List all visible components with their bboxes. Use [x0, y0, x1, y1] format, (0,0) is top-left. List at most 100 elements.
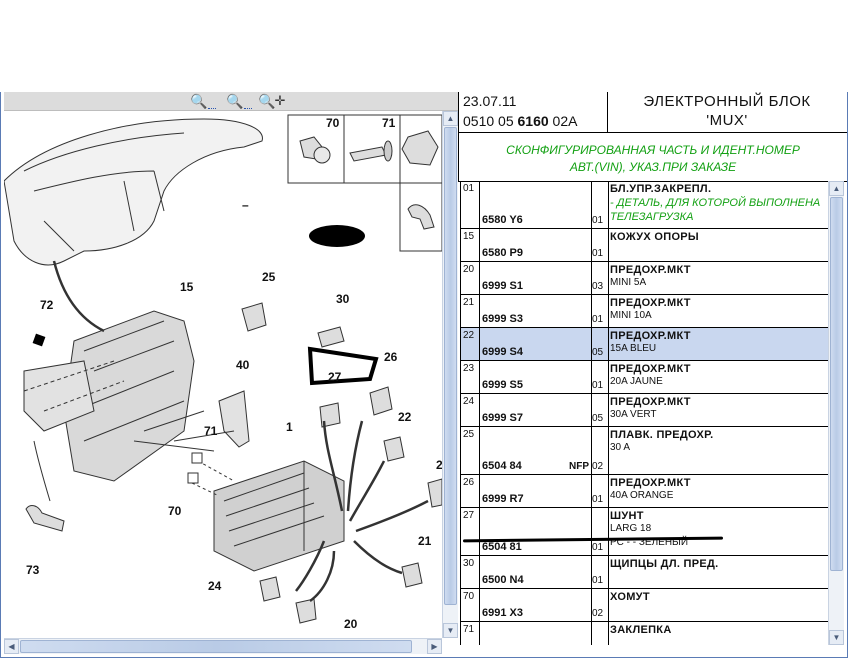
part-code: 6991 X3: [482, 607, 523, 619]
parts-row[interactable]: 15 6580 P9 01 КОЖУХ ОПОРЫ: [461, 229, 829, 262]
scroll-thumb[interactable]: [444, 127, 457, 605]
callout-21: 21: [418, 534, 432, 548]
parts-row[interactable]: 27 6504 81 01 ШУНТ LARG 18 PC - - ЗЕЛЕНЫЙ: [461, 508, 829, 556]
cell-quantity: 05: [591, 328, 609, 360]
parts-row[interactable]: 21 6999 S3 01 ПРЕДОХР.МКТ MINI 10A: [461, 295, 829, 328]
cell-description: КОЖУХ ОПОРЫ: [608, 229, 829, 261]
cell-description: ЩИПЦЫ ДЛ. ПРЕД.: [608, 556, 829, 588]
part-note: MINI 5A: [610, 277, 647, 288]
parts-row[interactable]: 25 6504 84 NFP 02 ПЛАВК. ПРЕДОХР. 30 A: [461, 427, 829, 475]
parts-row[interactable]: 70 6991 X3 02 ХОМУТ: [461, 589, 829, 622]
part-note: MINI 10A: [610, 310, 652, 321]
cell-code: 6999 S7: [479, 394, 592, 426]
part-description: БЛ.УПР.ЗАКРЕПЛ.: [610, 183, 712, 195]
part-description: КОЖУХ ОПОРЫ: [610, 231, 700, 243]
cell-description: ШУНТ LARG 18 PC - - ЗЕЛЕНЫЙ: [608, 508, 829, 555]
parts-row[interactable]: 01 6580 Y6 01 БЛ.УПР.ЗАКРЕПЛ. - ДЕТАЛЬ, ДЛЯ …: [461, 181, 829, 229]
cell-description: ХОМУТ: [608, 589, 829, 621]
callout-72: 72: [40, 298, 54, 312]
cell-quantity: 02: [591, 589, 609, 621]
cell-position: 01: [461, 181, 480, 228]
list-scroll-down-button[interactable]: ▼: [829, 630, 844, 645]
row-position: 25: [463, 429, 475, 440]
row-position: 20: [463, 264, 475, 275]
cell-position: 23: [461, 361, 480, 393]
part-code: 6999 S1: [482, 280, 523, 292]
parts-row[interactable]: 71 ЗАКЛЕПКА: [461, 622, 829, 645]
note-line-2: АВТ.(VIN), УКАЗ.ПРИ ЗАКАЗЕ: [569, 160, 737, 174]
cell-quantity: 01: [591, 181, 609, 228]
parts-row[interactable]: 20 6999 S1 03 ПРЕДОХР.МКТ MINI 5A: [461, 262, 829, 295]
list-scroll-up-button[interactable]: ▲: [829, 181, 844, 196]
zoom-out-icon[interactable]: 🔍: [226, 93, 243, 109]
cell-code: 6504 81: [479, 508, 592, 555]
diagram-horizontal-scrollbar[interactable]: ◀ ▶: [4, 638, 442, 654]
part-quantity: 01: [592, 494, 604, 505]
cell-position: 22: [461, 328, 480, 360]
diagram-svg: 70 71 15 25 72 30 40 26 27 22 1 71 70 2 …: [4, 114, 442, 631]
part-description: ПРЕДОХР.МКТ: [610, 396, 691, 408]
cell-description: ПРЕДОХР.МКТ MINI 10A: [608, 295, 829, 327]
scroll-right-button[interactable]: ▶: [427, 639, 442, 654]
part-quantity: 01: [592, 575, 604, 586]
parts-list-scrollbar[interactable]: ▲ ▼: [828, 181, 844, 645]
cell-quantity: 01: [591, 508, 609, 555]
parts-list: 01 6580 Y6 01 БЛ.УПР.ЗАКРЕПЛ. - ДЕТАЛЬ, ДЛЯ …: [460, 181, 829, 645]
cell-description: ПРЕДОХР.МКТ 30A VERT: [608, 394, 829, 426]
row-position: 70: [463, 591, 475, 602]
scroll-left-button[interactable]: ◀: [4, 639, 19, 654]
part-note: - ДЕТАЛЬ, ДЛЯ КОТОРОЙ ВЫПОЛНЕНА ТЕЛЕЗАГР…: [610, 197, 821, 223]
part-description: ЩИПЦЫ ДЛ. ПРЕД.: [610, 558, 719, 570]
parts-row[interactable]: 22 6999 S4 05 ПРЕДОХР.МКТ 15A BLEU: [461, 328, 829, 361]
ref-suffix: 02A: [552, 113, 578, 129]
row-position: 71: [463, 624, 475, 635]
list-scroll-thumb[interactable]: [830, 197, 843, 571]
scroll-down-button[interactable]: ▼: [443, 623, 458, 638]
cell-code: 6500 N4: [479, 556, 592, 588]
part-code: 6580 Y6: [482, 214, 523, 226]
diagram-vertical-scrollbar[interactable]: ▲ ▼: [442, 111, 458, 638]
zoom-in-icon[interactable]: 🔍: [190, 93, 207, 109]
redaction-ellipse: [309, 225, 365, 247]
part-description: ПЛАВК. ПРЕДОХР.: [610, 429, 714, 441]
cell-quantity: 01: [591, 361, 609, 393]
cell-code: 6999 S1: [479, 262, 592, 294]
cell-description: ЗАКЛЕПКА: [608, 622, 829, 645]
part-code: 6504 81: [482, 541, 522, 553]
cell-quantity: 05: [591, 394, 609, 426]
cell-code: 6504 84 NFP: [479, 427, 592, 474]
callout-15: 15: [180, 280, 194, 294]
cell-code: 6999 S4: [479, 328, 592, 360]
cell-position: 25: [461, 427, 480, 474]
note-line-1: СКОНФИГУРИРОВАННАЯ ЧАСТЬ И ИДЕНТ.НОМЕР: [506, 143, 800, 157]
scroll-up-button[interactable]: ▲: [443, 111, 458, 126]
callout-22: 22: [398, 410, 412, 424]
part-note: 30 A: [610, 442, 631, 453]
cell-description: ПРЕДОХР.МКТ 20A JAUNE: [608, 361, 829, 393]
parts-row[interactable]: 24 6999 S7 05 ПРЕДОХР.МКТ 30A VERT: [461, 394, 829, 427]
callout-70: 70: [168, 504, 182, 518]
part-quantity: 01: [592, 215, 604, 226]
callout-71: 71: [204, 424, 218, 438]
title-line-2: 'MUX': [706, 112, 748, 129]
part-description: ПРЕДОХР.МКТ: [610, 330, 691, 342]
mux-box-1: [213, 460, 345, 572]
callout-1: 1: [286, 420, 293, 434]
callout-70-inset: 70: [326, 116, 340, 130]
scroll-thumb-horizontal[interactable]: [20, 640, 412, 653]
parts-row[interactable]: 26 6999 R7 01 ПРЕДОХР.МКТ 40A ORANGE: [461, 475, 829, 508]
parts-row[interactable]: 23 6999 S5 01 ПРЕДОХР.МКТ 20A JAUNE: [461, 361, 829, 394]
cell-quantity: 02: [591, 427, 609, 474]
part-quantity: 01: [592, 248, 604, 259]
cell-quantity: 01: [591, 229, 609, 261]
parts-row[interactable]: 30 6500 N4 01 ЩИПЦЫ ДЛ. ПРЕД.: [461, 556, 829, 589]
cell-position: 26: [461, 475, 480, 507]
row-position: 24: [463, 396, 475, 407]
inset-dash: –: [242, 198, 249, 212]
cell-code: 6580 Y6: [479, 181, 592, 228]
part-code: 6999 S4: [482, 346, 523, 358]
cell-quantity: 03: [591, 262, 609, 294]
exploded-parts-diagram: 70 71 15 25 72 30 40 26 27 22 1 71 70 2 …: [4, 111, 442, 638]
pan-icon[interactable]: ✛: [272, 93, 288, 109]
ref-prefix: 0510 05: [463, 113, 514, 129]
